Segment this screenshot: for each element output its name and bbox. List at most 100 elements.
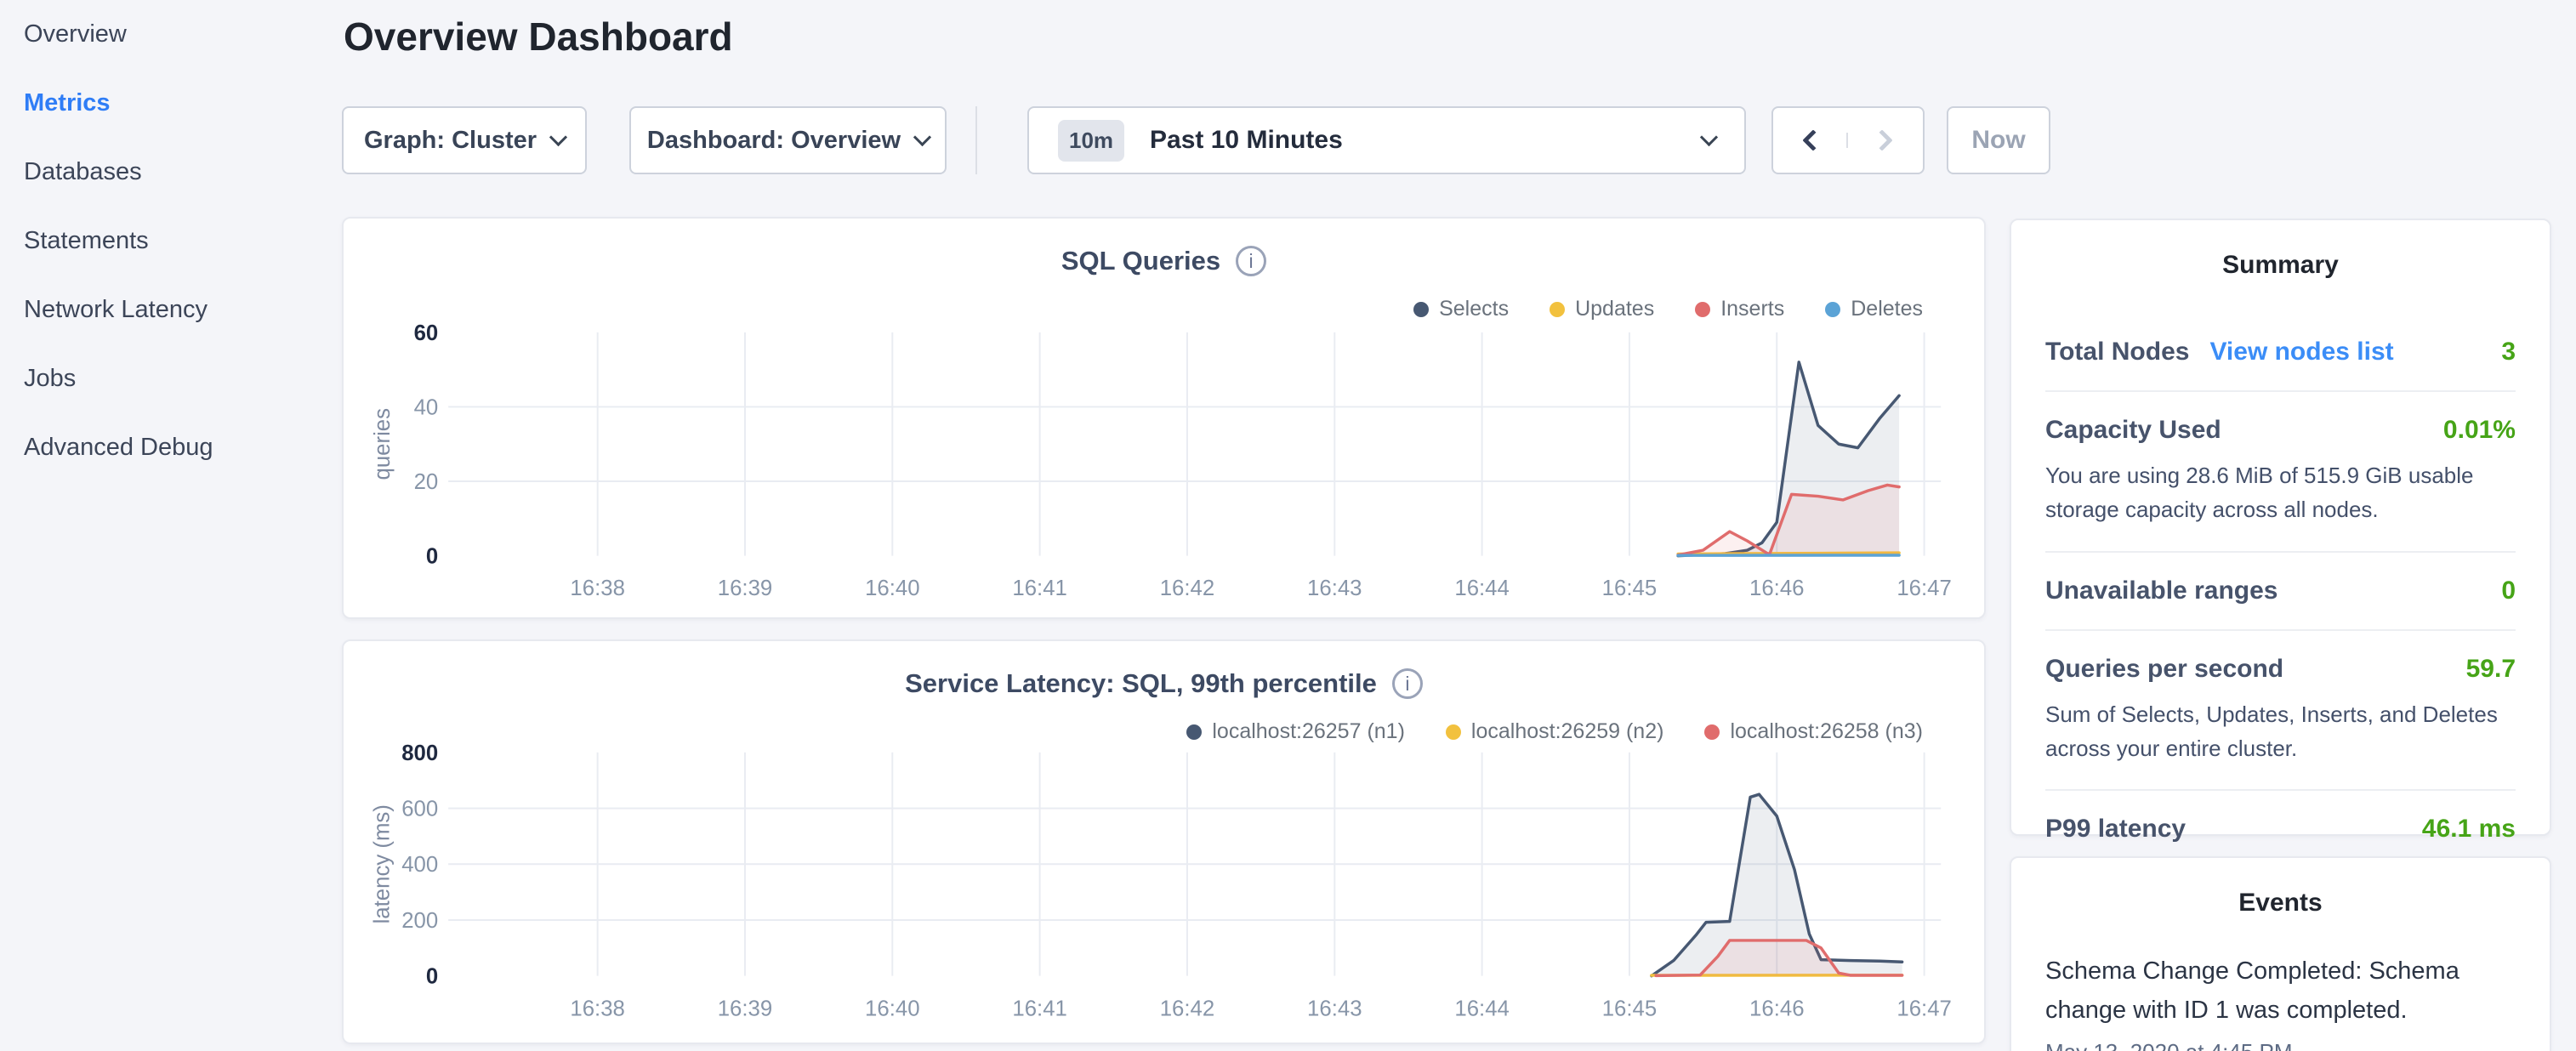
legend-dot-icon (1413, 302, 1429, 317)
legend-label: Selects (1439, 297, 1509, 321)
summary-label: Total Nodes (2045, 338, 2189, 366)
events-list: Schema Change Completed: Schema change w… (2011, 952, 2550, 1051)
summary-desc: You are using 28.6 MiB of 515.9 GiB usab… (2045, 458, 2516, 527)
summary-rows: Total Nodes View nodes list 3 Capacity Used… (2011, 314, 2550, 867)
svg-text:16:41: 16:41 (1012, 997, 1066, 1020)
legend-item-selects[interactable]: Selects (1413, 297, 1509, 321)
svg-text:16:46: 16:46 (1749, 997, 1804, 1020)
legend-item-inserts[interactable]: Inserts (1695, 297, 1784, 321)
svg-text:16:47: 16:47 (1896, 577, 1951, 600)
event-text: Schema Change Completed: Schema change w… (2045, 952, 2516, 1031)
legend-item-localhost-26257-n1[interactable]: localhost:26257 (n1) (1186, 719, 1405, 744)
chart-title: Service Latency: SQL, 99th percentile (905, 668, 1377, 699)
svg-text:16:47: 16:47 (1896, 997, 1951, 1020)
summary-label: Capacity Used (2045, 416, 2221, 445)
svg-text:16:38: 16:38 (570, 577, 624, 600)
summary-card: Summary Total Nodes View nodes list 3 Capac… (2010, 219, 2551, 836)
svg-text:400: 400 (401, 853, 438, 877)
legend-item-localhost-26259-n2[interactable]: localhost:26259 (n2) (1446, 719, 1664, 744)
svg-text:16:45: 16:45 (1602, 997, 1657, 1020)
events-card: Events Schema Change Completed: Schema c… (2010, 856, 2551, 1051)
summary-value: 59.7 (2466, 655, 2516, 684)
chevron-down-icon (1700, 128, 1718, 145)
event-date: May 13, 2020 at 4:45 PM (2045, 1039, 2516, 1051)
series-localhost-26257-n1 (1652, 794, 1902, 976)
svg-text:16:45: 16:45 (1602, 577, 1657, 600)
chevron-right-icon (1871, 129, 1892, 151)
summary-value: 46.1 ms (2422, 815, 2516, 844)
series-updates (1678, 553, 1899, 554)
service-latency-plot[interactable]: 16:3816:3916:4016:4116:4216:4316:4416:45… (344, 641, 1984, 1042)
svg-text:40: 40 (414, 395, 439, 419)
chart-title-row: SQL Queries i (344, 246, 1984, 276)
series-inserts (1678, 485, 1899, 555)
legend: Selects Updates Inserts Deletes (1413, 297, 1923, 321)
svg-text:20: 20 (414, 470, 439, 494)
y-axis-label: latency (ms) (371, 804, 395, 923)
legend-dot-icon (1186, 724, 1202, 740)
sidebar-item-jobs[interactable]: Jobs (0, 344, 340, 413)
svg-text:16:44: 16:44 (1454, 577, 1509, 600)
app: OverviewMetricsDatabasesStatementsNetwor… (0, 0, 2576, 1051)
graph-dropdown[interactable]: Graph: Cluster (342, 106, 587, 174)
svg-text:0: 0 (426, 545, 438, 569)
legend-dot-icon (1695, 302, 1710, 317)
dashboard-dropdown[interactable]: Dashboard: Overview (629, 106, 947, 174)
info-icon[interactable]: i (1236, 246, 1266, 276)
legend-label: localhost:26259 (n2) (1471, 719, 1664, 744)
legend: localhost:26257 (n1) localhost:26259 (n2)… (1186, 719, 1923, 744)
legend-dot-icon (1550, 302, 1565, 317)
summary-title: Summary (2011, 251, 2550, 280)
chevron-left-icon (1802, 129, 1823, 151)
y-grid: 0200400600800 (401, 741, 1941, 989)
svg-text:16:41: 16:41 (1012, 577, 1066, 600)
prev-time-button[interactable] (1773, 133, 1848, 148)
svg-text:16:44: 16:44 (1454, 997, 1509, 1020)
svg-text:60: 60 (414, 321, 439, 345)
sidebar-item-metrics[interactable]: Metrics (0, 69, 340, 138)
svg-text:16:46: 16:46 (1749, 577, 1804, 600)
svg-text:16:38: 16:38 (570, 997, 624, 1020)
time-range-badge: 10m (1058, 120, 1124, 162)
next-time-button[interactable] (1848, 133, 1923, 148)
legend-label: Updates (1575, 297, 1654, 321)
graph-dropdown-label: Graph: Cluster (364, 127, 537, 155)
event-item[interactable]: Schema Change Completed: Schema change w… (2045, 952, 2516, 1051)
legend-dot-icon (1704, 724, 1720, 740)
legend-item-updates[interactable]: Updates (1550, 297, 1654, 321)
legend-item-deletes[interactable]: Deletes (1825, 297, 1923, 321)
summary-desc: Sum of Selects, Updates, Inserts, and De… (2045, 697, 2516, 766)
time-range-selector[interactable]: 10m Past 10 Minutes (1027, 106, 1746, 174)
sql-queries-plot[interactable]: 16:3816:3916:4016:4116:4216:4316:4416:45… (344, 219, 1984, 617)
summary-row-total-nodes: Total Nodes View nodes list 3 (2045, 314, 2516, 392)
sidebar: OverviewMetricsDatabasesStatementsNetwor… (0, 0, 340, 1051)
service-latency-chart-card: Service Latency: SQL, 99th percentile i … (342, 639, 1986, 1044)
sidebar-item-advanced-debug[interactable]: Advanced Debug (0, 413, 340, 482)
now-button-label: Now (1971, 126, 2025, 155)
chart-title: SQL Queries (1061, 246, 1220, 276)
view-nodes-link[interactable]: View nodes list (2209, 338, 2393, 366)
info-icon[interactable]: i (1392, 668, 1423, 699)
legend-item-localhost-26258-n3[interactable]: localhost:26258 (n3) (1704, 719, 1923, 744)
y-axis-label: queries (371, 408, 395, 480)
summary-value: 3 (2501, 338, 2516, 366)
sidebar-item-statements[interactable]: Statements (0, 207, 340, 276)
summary-label: Queries per second (2045, 655, 2283, 684)
summary-row-unavailable-ranges: Unavailable ranges0 (2045, 553, 2516, 631)
svg-text:16:43: 16:43 (1307, 577, 1362, 600)
sidebar-item-overview[interactable]: Overview (0, 0, 340, 69)
now-button[interactable]: Now (1947, 106, 2050, 174)
sidebar-item-databases[interactable]: Databases (0, 138, 340, 207)
summary-label: Unavailable ranges (2045, 577, 2277, 605)
svg-text:0: 0 (426, 965, 438, 989)
dashboard-dropdown-label: Dashboard: Overview (647, 127, 901, 155)
summary-value: 0.01% (2443, 416, 2516, 445)
svg-text:16:43: 16:43 (1307, 997, 1362, 1020)
sidebar-item-network-latency[interactable]: Network Latency (0, 276, 340, 344)
controls-bar: Graph: Cluster Dashboard: Overview 10m P… (342, 106, 2050, 174)
svg-text:200: 200 (401, 909, 438, 933)
legend-label: Deletes (1851, 297, 1923, 321)
series-localhost-26258-n3 (1656, 940, 1902, 976)
svg-text:16:42: 16:42 (1160, 997, 1214, 1020)
svg-text:16:40: 16:40 (865, 577, 919, 600)
